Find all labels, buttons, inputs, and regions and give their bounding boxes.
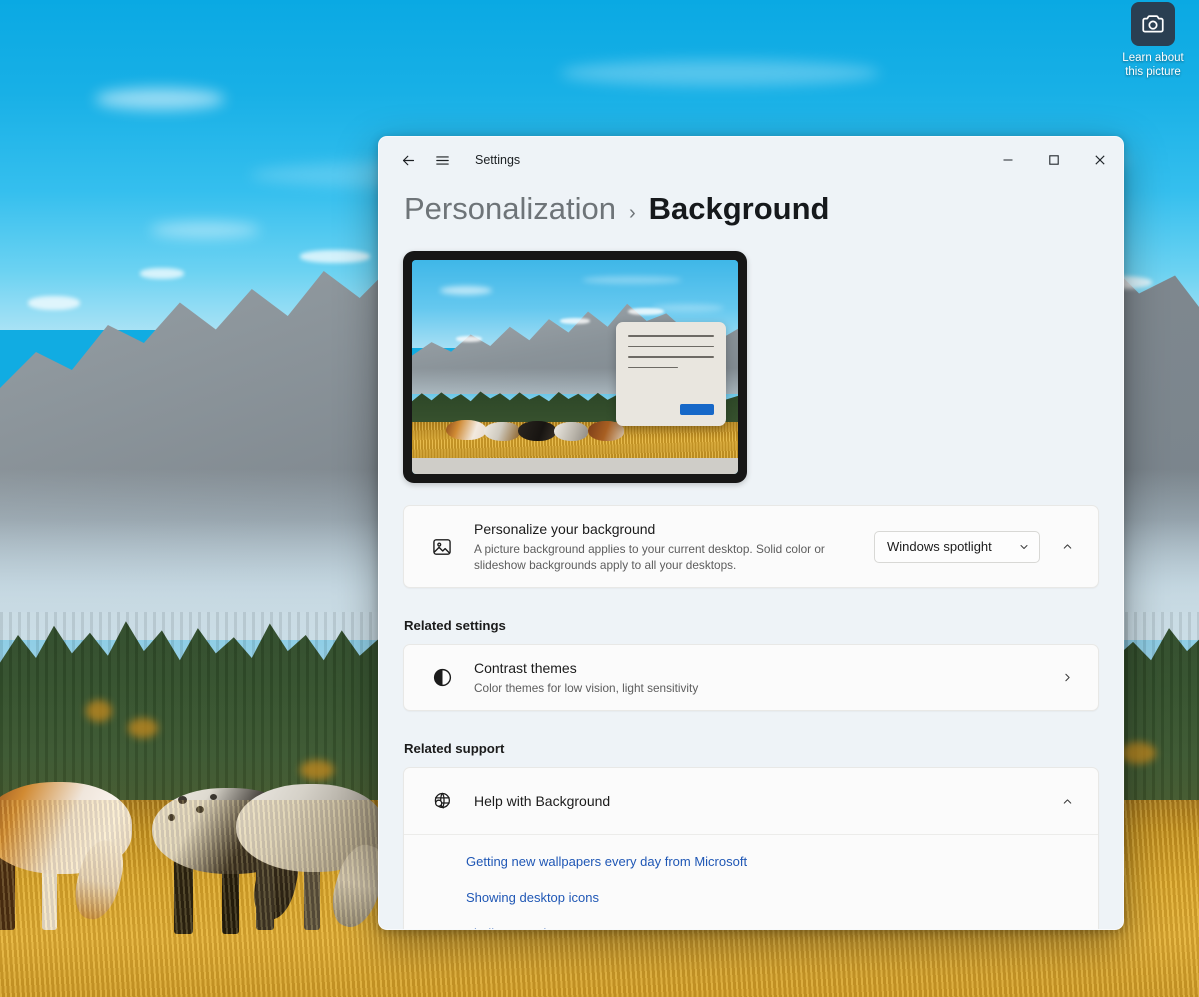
chevron-up-icon [1061,540,1074,553]
chevron-down-icon [1018,541,1030,553]
help-link[interactable]: Showing desktop icons [466,889,1098,906]
cloud [560,60,880,86]
preview-dialog-window [616,322,726,426]
settings-content: Personalize your background A picture ba… [379,227,1123,929]
minimize-button[interactable] [985,137,1031,183]
learn-about-this-picture-widget[interactable]: Learn about this picture [1107,0,1199,79]
dialog-primary-button [680,404,714,415]
spotlight-widget-label: Learn about this picture [1122,51,1183,79]
snow-patch [628,308,664,315]
image-icon [424,529,460,565]
autumn-foliage [86,700,112,722]
hamburger-menu-icon[interactable] [425,144,459,176]
background-type-dropdown[interactable]: Windows spotlight [874,530,1040,563]
spotlight-label-line1: Learn about [1122,52,1184,64]
app-title: Settings [475,153,521,167]
help-with-background-card: Help with Background Getting new wallpap… [403,767,1099,929]
contrast-themes-row[interactable]: Contrast themes Color themes for low vis… [403,644,1099,711]
web-help-icon [424,783,460,819]
personalize-card-text: Personalize your background A picture ba… [474,520,874,573]
snow-patch [560,318,590,324]
autumn-foliage [300,760,334,780]
autumn-foliage [128,718,158,738]
related-settings-heading: Related settings [404,618,506,633]
desktop: Learn about this picture Settings Person… [0,0,1199,997]
dialog-line [628,345,714,348]
preview-section [403,251,1099,483]
snow-patch [140,268,184,279]
dialog-line [628,335,714,337]
autumn-foliage [1120,742,1156,764]
page-title: Background [648,191,830,226]
snow-patch [456,336,482,342]
cloud [582,276,682,284]
background-type-value: Windows spotlight [887,539,992,554]
breadcrumb-parent[interactable]: Personalization [404,191,616,227]
settings-window: Settings Personalization › Background Pe… [378,136,1124,930]
help-links-list: Getting new wallpapers every day from Mi… [404,834,1098,929]
dialog-line [628,356,714,358]
help-with-background-header[interactable]: Help with Background [404,768,1098,834]
personalize-card-description: A picture background applies to your cur… [474,542,825,572]
help-link[interactable]: Getting new wallpapers every day from Mi… [466,853,1098,870]
cloud [440,286,492,295]
camera-icon[interactable] [1131,2,1175,46]
window-controls [985,137,1123,183]
chevron-up-icon [1061,795,1074,808]
contrast-card-description: Color themes for low vision, light sensi… [474,681,699,695]
contrast-card-title: Contrast themes [474,660,577,676]
help-card-title: Help with Background [474,792,611,809]
contrast-icon [424,660,460,696]
horse [484,422,520,441]
related-support-heading: Related support [404,741,505,756]
cloud [150,222,260,238]
breadcrumb-separator: › [628,202,636,224]
desktop-wallpaper-preview [412,260,738,474]
personalize-expander-button[interactable] [1052,532,1082,562]
contrast-card-text: Contrast themes Color themes for low vis… [474,659,1040,696]
horse [554,422,588,441]
chevron-right-icon[interactable] [1052,663,1082,693]
help-link[interactable]: Finding new themes [466,925,1098,929]
preview-taskbar [412,458,738,474]
personalize-background-card: Personalize your background A picture ba… [403,505,1099,588]
snow-patch [28,296,80,310]
back-arrow-icon[interactable] [391,144,425,176]
dialog-line [628,366,678,369]
horse [446,420,486,440]
breadcrumb: Personalization › Background [379,183,1123,227]
help-expander-button[interactable] [1052,786,1082,816]
spotlight-label-line2: this picture [1125,66,1181,78]
horse [518,421,556,441]
maximize-button[interactable] [1031,137,1077,183]
monitor-frame [403,251,747,483]
personalize-card-title: Personalize your background [474,521,656,537]
cloud [95,88,225,110]
close-button[interactable] [1077,137,1123,183]
snow-patch [300,250,370,263]
help-card-text: Help with Background [474,792,1040,811]
window-titlebar: Settings [379,137,1123,183]
